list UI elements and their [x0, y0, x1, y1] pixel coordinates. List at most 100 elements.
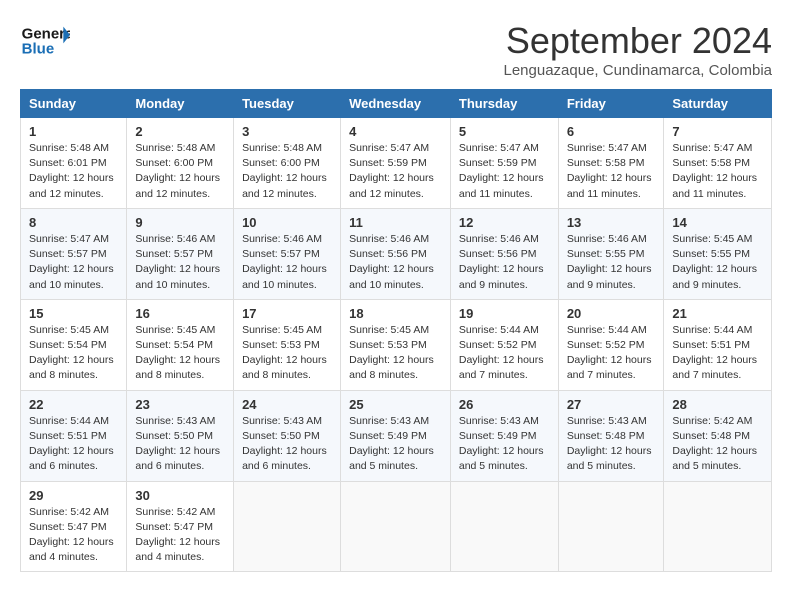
week-row-4: 22 Sunrise: 5:44 AM Sunset: 5:51 PM Dayli… — [21, 390, 772, 481]
day-number: 27 — [567, 397, 656, 412]
page-header: General Blue September 2024 Lenguazaque,… — [20, 20, 772, 79]
calendar-cell — [664, 481, 772, 572]
calendar-cell — [450, 481, 558, 572]
cell-info: Sunrise: 5:48 AM Sunset: 6:01 PM Dayligh… — [29, 141, 118, 202]
day-number: 4 — [349, 124, 442, 139]
cell-info: Sunrise: 5:46 AM Sunset: 5:56 PM Dayligh… — [349, 232, 442, 293]
calendar-cell: 26Sunrise: 5:43 AM Sunset: 5:49 PM Dayli… — [450, 390, 558, 481]
cell-info: Sunrise: 5:46 AM Sunset: 5:57 PM Dayligh… — [242, 232, 332, 293]
calendar-cell: 23 Sunrise: 5:43 AM Sunset: 5:50 PM Dayli… — [127, 390, 234, 481]
calendar-cell: 20 Sunrise: 5:44 AM Sunset: 5:52 PM Dayli… — [558, 299, 664, 390]
calendar-table: SundayMondayTuesdayWednesdayThursdayFrid… — [20, 89, 772, 572]
day-number: 12 — [459, 215, 550, 230]
cell-info: Sunrise: 5:47 AM Sunset: 5:59 PM Dayligh… — [459, 141, 550, 202]
logo-icon: General Blue — [20, 20, 70, 60]
calendar-cell: 12 Sunrise: 5:46 AM Sunset: 5:56 PM Dayli… — [450, 208, 558, 299]
cell-info: Sunrise: 5:47 AM Sunset: 5:57 PM Dayligh… — [29, 232, 118, 293]
day-number: 28 — [672, 397, 763, 412]
col-header-saturday: Saturday — [664, 90, 772, 118]
cell-info: Sunrise: 5:44 AM Sunset: 5:52 PM Dayligh… — [567, 323, 656, 384]
day-number: 13 — [567, 215, 656, 230]
cell-info: Sunrise: 5:46 AM Sunset: 5:55 PM Dayligh… — [567, 232, 656, 293]
col-header-thursday: Thursday — [450, 90, 558, 118]
cell-info: Sunrise: 5:47 AM Sunset: 5:58 PM Dayligh… — [672, 141, 763, 202]
calendar-cell: 24 Sunrise: 5:43 AM Sunset: 5:50 PM Dayli… — [234, 390, 341, 481]
calendar-cell: 18Sunrise: 5:45 AM Sunset: 5:53 PM Dayli… — [341, 299, 451, 390]
calendar-cell — [234, 481, 341, 572]
calendar-cell: 2Sunrise: 5:48 AM Sunset: 6:00 PM Daylig… — [127, 118, 234, 209]
cell-info: Sunrise: 5:43 AM Sunset: 5:48 PM Dayligh… — [567, 414, 656, 475]
cell-info: Sunrise: 5:45 AM Sunset: 5:54 PM Dayligh… — [29, 323, 118, 384]
calendar-cell: 13 Sunrise: 5:46 AM Sunset: 5:55 PM Dayli… — [558, 208, 664, 299]
calendar-cell — [558, 481, 664, 572]
col-header-friday: Friday — [558, 90, 664, 118]
calendar-cell: 17Sunrise: 5:45 AM Sunset: 5:53 PM Dayli… — [234, 299, 341, 390]
day-number: 7 — [672, 124, 763, 139]
col-header-wednesday: Wednesday — [341, 90, 451, 118]
day-number: 26 — [459, 397, 550, 412]
cell-info: Sunrise: 5:44 AM Sunset: 5:51 PM Dayligh… — [672, 323, 763, 384]
calendar-cell: 29 Sunrise: 5:42 AM Sunset: 5:47 PM Dayli… — [21, 481, 127, 572]
calendar-cell: 22 Sunrise: 5:44 AM Sunset: 5:51 PM Dayli… — [21, 390, 127, 481]
day-number: 17 — [242, 306, 332, 321]
day-number: 22 — [29, 397, 118, 412]
calendar-cell: 10 Sunrise: 5:46 AM Sunset: 5:57 PM Dayli… — [234, 208, 341, 299]
calendar-cell: 14 Sunrise: 5:45 AM Sunset: 5:55 PM Dayli… — [664, 208, 772, 299]
day-number: 5 — [459, 124, 550, 139]
col-header-tuesday: Tuesday — [234, 90, 341, 118]
cell-info: Sunrise: 5:43 AM Sunset: 5:50 PM Dayligh… — [135, 414, 225, 475]
week-row-1: 1 Sunrise: 5:48 AM Sunset: 6:01 PM Daylig… — [21, 118, 772, 209]
cell-info: Sunrise: 5:47 AM Sunset: 5:58 PM Dayligh… — [567, 141, 656, 202]
calendar-cell: 4 Sunrise: 5:47 AM Sunset: 5:59 PM Daylig… — [341, 118, 451, 209]
day-number: 14 — [672, 215, 763, 230]
month-title: September 2024 — [503, 20, 772, 62]
day-number: 8 — [29, 215, 118, 230]
cell-info: Sunrise: 5:42 AM Sunset: 5:47 PM Dayligh… — [135, 505, 225, 566]
cell-info: Sunrise: 5:48 AM Sunset: 6:00 PM Dayligh… — [242, 141, 332, 202]
day-number: 25 — [349, 397, 442, 412]
calendar-cell: 9Sunrise: 5:46 AM Sunset: 5:57 PM Daylig… — [127, 208, 234, 299]
day-number: 3 — [242, 124, 332, 139]
calendar-cell — [341, 481, 451, 572]
calendar-cell: 28 Sunrise: 5:42 AM Sunset: 5:48 PM Dayli… — [664, 390, 772, 481]
calendar-cell: 8 Sunrise: 5:47 AM Sunset: 5:57 PM Daylig… — [21, 208, 127, 299]
title-section: September 2024 Lenguazaque, Cundinamarca… — [503, 20, 772, 79]
day-number: 23 — [135, 397, 225, 412]
day-number: 10 — [242, 215, 332, 230]
cell-info: Sunrise: 5:44 AM Sunset: 5:51 PM Dayligh… — [29, 414, 118, 475]
day-number: 20 — [567, 306, 656, 321]
calendar-cell: 19 Sunrise: 5:44 AM Sunset: 5:52 PM Dayli… — [450, 299, 558, 390]
cell-info: Sunrise: 5:47 AM Sunset: 5:59 PM Dayligh… — [349, 141, 442, 202]
day-number: 24 — [242, 397, 332, 412]
location-subtitle: Lenguazaque, Cundinamarca, Colombia — [503, 62, 772, 79]
svg-text:Blue: Blue — [22, 40, 55, 57]
calendar-cell: 16Sunrise: 5:45 AM Sunset: 5:54 PM Dayli… — [127, 299, 234, 390]
cell-info: Sunrise: 5:42 AM Sunset: 5:48 PM Dayligh… — [672, 414, 763, 475]
calendar-cell: 1 Sunrise: 5:48 AM Sunset: 6:01 PM Daylig… — [21, 118, 127, 209]
calendar-cell: 27 Sunrise: 5:43 AM Sunset: 5:48 PM Dayli… — [558, 390, 664, 481]
cell-info: Sunrise: 5:45 AM Sunset: 5:54 PM Dayligh… — [135, 323, 225, 384]
day-number: 2 — [135, 124, 225, 139]
day-number: 18 — [349, 306, 442, 321]
cell-info: Sunrise: 5:45 AM Sunset: 5:55 PM Dayligh… — [672, 232, 763, 293]
cell-info: Sunrise: 5:44 AM Sunset: 5:52 PM Dayligh… — [459, 323, 550, 384]
cell-info: Sunrise: 5:46 AM Sunset: 5:56 PM Dayligh… — [459, 232, 550, 293]
calendar-cell: 21 Sunrise: 5:44 AM Sunset: 5:51 PM Dayli… — [664, 299, 772, 390]
calendar-cell: 30 Sunrise: 5:42 AM Sunset: 5:47 PM Dayli… — [127, 481, 234, 572]
day-number: 6 — [567, 124, 656, 139]
calendar-cell: 25 Sunrise: 5:43 AM Sunset: 5:49 PM Dayli… — [341, 390, 451, 481]
day-number: 30 — [135, 488, 225, 503]
cell-info: Sunrise: 5:42 AM Sunset: 5:47 PM Dayligh… — [29, 505, 118, 566]
calendar-cell: 3 Sunrise: 5:48 AM Sunset: 6:00 PM Daylig… — [234, 118, 341, 209]
cell-info: Sunrise: 5:43 AM Sunset: 5:50 PM Dayligh… — [242, 414, 332, 475]
day-number: 15 — [29, 306, 118, 321]
cell-info: Sunrise: 5:43 AM Sunset: 5:49 PM Dayligh… — [349, 414, 442, 475]
day-number: 29 — [29, 488, 118, 503]
day-number: 21 — [672, 306, 763, 321]
logo: General Blue — [20, 20, 70, 60]
day-number: 19 — [459, 306, 550, 321]
day-number: 1 — [29, 124, 118, 139]
calendar-cell: 15 Sunrise: 5:45 AM Sunset: 5:54 PM Dayli… — [21, 299, 127, 390]
calendar-cell: 5 Sunrise: 5:47 AM Sunset: 5:59 PM Daylig… — [450, 118, 558, 209]
day-number: 11 — [349, 215, 442, 230]
